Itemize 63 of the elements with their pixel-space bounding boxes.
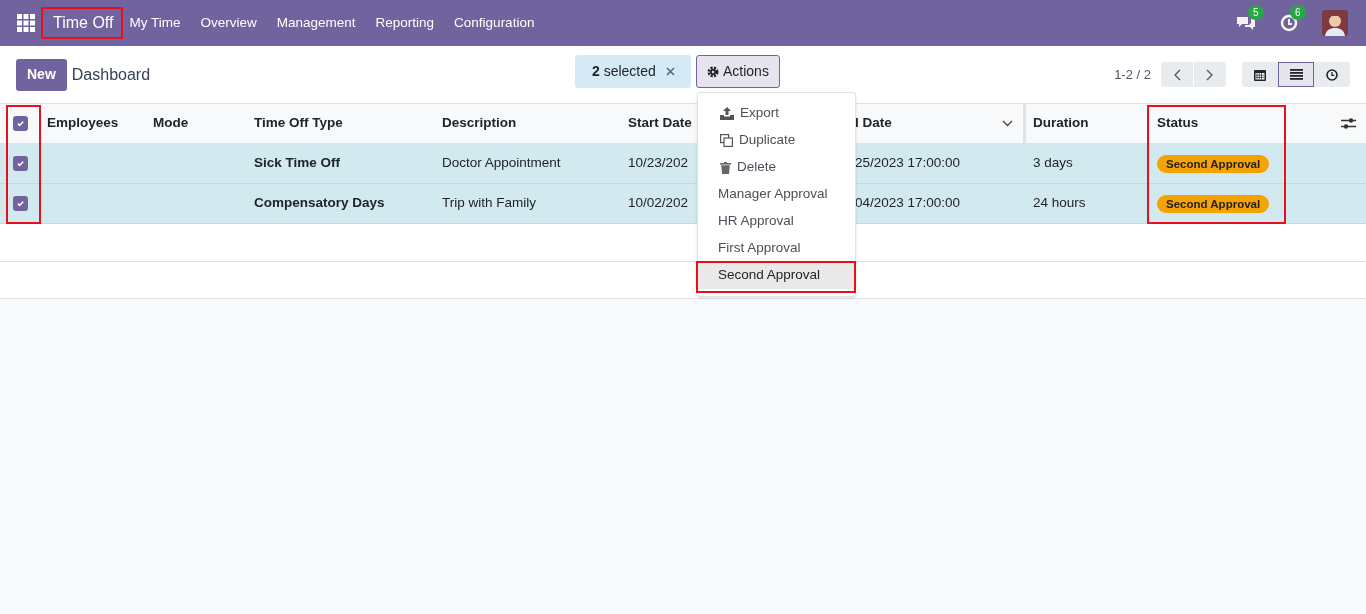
column-header[interactable]: Duration bbox=[1026, 113, 1089, 134]
menu-item[interactable]: Management bbox=[266, 12, 366, 34]
dropdown-item[interactable]: Delete bbox=[698, 154, 855, 181]
caret-icon[interactable] bbox=[1002, 120, 1013, 127]
avatar[interactable] bbox=[1322, 10, 1348, 36]
list-icon bbox=[1289, 69, 1303, 80]
app-name[interactable]: Time Off bbox=[47, 8, 120, 38]
check-icon bbox=[15, 119, 25, 128]
status-badge: Second Approval bbox=[1157, 194, 1270, 213]
table-cell-text: Compensatory Days bbox=[253, 194, 385, 213]
calendar-view-button[interactable] bbox=[1242, 62, 1278, 87]
clock-icon[interactable] bbox=[1280, 14, 1298, 32]
table-cell-text: 04/2023 17:00:00 bbox=[855, 194, 961, 213]
actions-button[interactable]: Actions bbox=[696, 55, 780, 88]
table-cell-text: Trip with Family bbox=[441, 194, 536, 213]
check-icon bbox=[15, 199, 25, 208]
clock-icon bbox=[1326, 68, 1338, 81]
table-cell-text: 10/02/202 bbox=[627, 194, 689, 213]
table-cell-text: 25/2023 17:00:00 bbox=[855, 154, 961, 173]
dropdown-item[interactable]: Manager Approval bbox=[698, 181, 855, 208]
column-header[interactable]: Start Date bbox=[621, 113, 692, 134]
menu-item[interactable]: Reporting bbox=[365, 12, 445, 34]
column-header[interactable]: Time Off Type bbox=[247, 113, 343, 134]
checkbox[interactable] bbox=[12, 196, 28, 211]
apps-grid-icon[interactable] bbox=[17, 14, 35, 32]
table-cell-text: 24 hours bbox=[1032, 194, 1086, 213]
upload-icon bbox=[720, 107, 734, 120]
new-button[interactable]: New bbox=[16, 58, 67, 91]
checkbox[interactable] bbox=[12, 156, 28, 171]
column-header[interactable]: Status bbox=[1150, 113, 1199, 134]
count-badge: 6 bbox=[1290, 5, 1306, 20]
pager-value[interactable]: 1-2 / 2 bbox=[1114, 64, 1151, 85]
checkbox[interactable] bbox=[12, 116, 28, 131]
settings-icon[interactable] bbox=[1341, 117, 1356, 130]
count-badge: 5 bbox=[1248, 5, 1264, 20]
column-header[interactable]: l Date bbox=[855, 113, 892, 134]
table-cell-text: 10/23/202 bbox=[627, 154, 689, 173]
dropdown-item[interactable]: Export bbox=[698, 100, 855, 127]
table-cell-text: Doctor Appointment bbox=[441, 154, 561, 173]
chat-icon[interactable] bbox=[1236, 14, 1256, 32]
status-badge: Second Approval bbox=[1157, 154, 1270, 173]
close-icon[interactable] bbox=[665, 67, 675, 76]
table-cell-text: 3 days bbox=[1032, 154, 1073, 173]
menu-item[interactable]: Configuration bbox=[444, 12, 545, 34]
chevron-left-icon bbox=[1173, 68, 1181, 81]
selection-count: 2 selected bbox=[592, 62, 656, 81]
dropdown-item[interactable]: Second Approval bbox=[698, 262, 855, 289]
check-icon bbox=[15, 159, 25, 168]
column-header[interactable]: Mode bbox=[146, 113, 189, 134]
menu-item[interactable]: Overview bbox=[190, 12, 267, 34]
dropdown-item[interactable]: First Approval bbox=[698, 235, 855, 262]
menu-item[interactable]: My Time bbox=[119, 12, 191, 34]
table-cell-text: Sick Time Off bbox=[253, 154, 341, 173]
column-header[interactable]: Employees bbox=[40, 113, 119, 134]
copy-icon bbox=[720, 134, 733, 147]
chevron-right-icon bbox=[1206, 68, 1214, 81]
list-view-button[interactable] bbox=[1278, 62, 1314, 87]
trash-icon bbox=[720, 161, 731, 174]
gear-icon bbox=[707, 65, 719, 78]
calendar-icon bbox=[1254, 68, 1266, 81]
breadcrumb: Dashboard bbox=[71, 64, 151, 85]
activity-view-button[interactable] bbox=[1314, 62, 1350, 87]
column-header[interactable]: Description bbox=[435, 113, 517, 134]
